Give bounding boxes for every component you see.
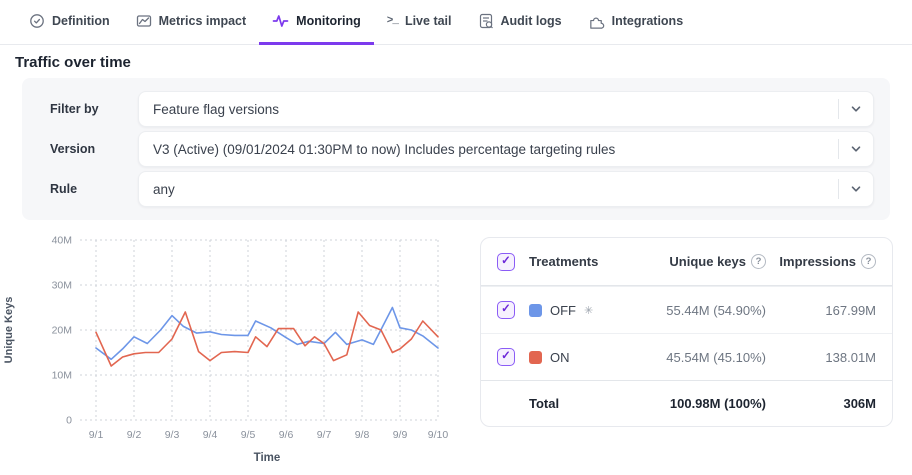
svg-text:40M: 40M: [52, 235, 72, 247]
tab-label: Definition: [52, 14, 110, 28]
table-row-on: ✓ ON 45.54M (45.10%) 138.01M: [481, 333, 892, 380]
treatments-table: ✓ Treatments Unique keys ? Impressions ?…: [480, 237, 893, 427]
svg-text:Unique Keys: Unique Keys: [3, 297, 15, 364]
tab-metrics-impact[interactable]: Metrics impact: [123, 0, 260, 45]
rule-select[interactable]: any: [138, 171, 874, 207]
treatments-header: Treatments: [529, 254, 608, 269]
line-chart-icon: [136, 13, 152, 29]
svg-text:9/4: 9/4: [203, 429, 218, 441]
svg-text:9/9: 9/9: [393, 429, 408, 441]
svg-text:Time: Time: [254, 452, 281, 464]
svg-text:30M: 30M: [52, 280, 72, 292]
chevron-down-icon[interactable]: [839, 183, 873, 195]
tab-definition[interactable]: Definition: [16, 0, 123, 45]
total-unique-keys: 100.98M (100%): [608, 396, 766, 411]
svg-text:9/10: 9/10: [428, 429, 449, 441]
svg-text:9/7: 9/7: [317, 429, 332, 441]
svg-text:9/8: 9/8: [355, 429, 370, 441]
off-unique-keys: 55.44M (54.90%): [608, 303, 766, 318]
tab-monitoring[interactable]: Monitoring: [259, 0, 374, 45]
tab-integrations[interactable]: Integrations: [575, 0, 697, 45]
filter-by-label: Filter by: [50, 102, 138, 116]
svg-text:9/5: 9/5: [241, 429, 256, 441]
svg-text:0: 0: [66, 415, 72, 427]
on-impressions: 138.01M: [766, 350, 876, 365]
tab-label: Metrics impact: [159, 14, 247, 28]
tab-label: Monitoring: [296, 14, 361, 28]
svg-text:9/6: 9/6: [279, 429, 294, 441]
tab-label: Integrations: [612, 14, 684, 28]
on-unique-keys: 45.54M (45.10%): [608, 350, 766, 365]
traffic-chart: 40M 30M 20M 10M 0 9/1 9/2 9/3 9/4 9/5 9/6 9/7 9/8 9/9…: [0, 228, 472, 470]
on-color-swatch: [529, 351, 542, 364]
tab-live-tail[interactable]: >_ Live tail: [374, 0, 465, 45]
page-title: Traffic over time: [15, 54, 131, 71]
off-impressions: 167.99M: [766, 303, 876, 318]
impressions-help-icon[interactable]: ?: [861, 254, 876, 269]
version-select[interactable]: V3 (Active) (09/01/2024 01:30PM to now) …: [138, 131, 874, 167]
filter-by-value: Feature flag versions: [139, 102, 838, 117]
select-all-checkbox[interactable]: ✓: [497, 253, 515, 271]
svg-text:10M: 10M: [52, 370, 72, 382]
treatment-name: ON: [550, 350, 570, 365]
total-label: Total: [529, 396, 608, 411]
chevron-down-icon[interactable]: [839, 143, 873, 155]
version-value: V3 (Active) (09/01/2024 01:30PM to now) …: [139, 142, 838, 157]
off-checkbox[interactable]: ✓: [497, 301, 515, 319]
rule-value: any: [139, 182, 838, 197]
filter-panel: Filter by Feature flag versions Version …: [22, 78, 890, 220]
pulse-icon: [272, 13, 289, 29]
rule-label: Rule: [50, 182, 138, 196]
on-checkbox[interactable]: ✓: [497, 348, 515, 366]
unique-keys-header: Unique keys: [669, 254, 746, 269]
impressions-header: Impressions: [779, 254, 856, 269]
tab-audit-logs[interactable]: Audit logs: [465, 0, 575, 45]
treatments-header-row: ✓ Treatments Unique keys ? Impressions ?: [481, 238, 892, 286]
traffic-chart-svg: 40M 30M 20M 10M 0 9/1 9/2 9/3 9/4 9/5 9/6 9/7 9/8 9/9…: [0, 228, 472, 470]
svg-text:9/1: 9/1: [89, 429, 104, 441]
target-icon: [29, 13, 45, 29]
table-row-total: Total 100.98M (100%) 306M: [481, 380, 892, 426]
puzzle-icon: [588, 13, 605, 30]
filter-row-rule: Rule any: [50, 171, 874, 207]
table-row-off: ✓ OFF ✳ 55.44M (54.90%) 167.99M: [481, 286, 892, 333]
chart-line-off: [96, 308, 438, 360]
terminal-icon: >_: [387, 15, 398, 27]
audit-log-icon: [478, 13, 494, 29]
svg-text:20M: 20M: [52, 325, 72, 337]
default-treatment-icon: ✳: [584, 304, 593, 317]
tab-label: Audit logs: [501, 14, 562, 28]
filter-row-version: Version V3 (Active) (09/01/2024 01:30PM …: [50, 131, 874, 167]
off-color-swatch: [529, 304, 542, 317]
svg-text:9/3: 9/3: [165, 429, 180, 441]
filter-row-filter-by: Filter by Feature flag versions: [50, 91, 874, 127]
chevron-down-icon[interactable]: [839, 103, 873, 115]
tab-bar: Definition Metrics impact Monitoring >_ …: [0, 0, 912, 45]
tab-label: Live tail: [405, 14, 452, 28]
unique-keys-help-icon[interactable]: ?: [751, 254, 766, 269]
version-label: Version: [50, 142, 138, 156]
total-impressions: 306M: [766, 396, 876, 411]
filter-by-select[interactable]: Feature flag versions: [138, 91, 874, 127]
svg-text:9/2: 9/2: [127, 429, 142, 441]
treatment-name: OFF: [550, 303, 576, 318]
